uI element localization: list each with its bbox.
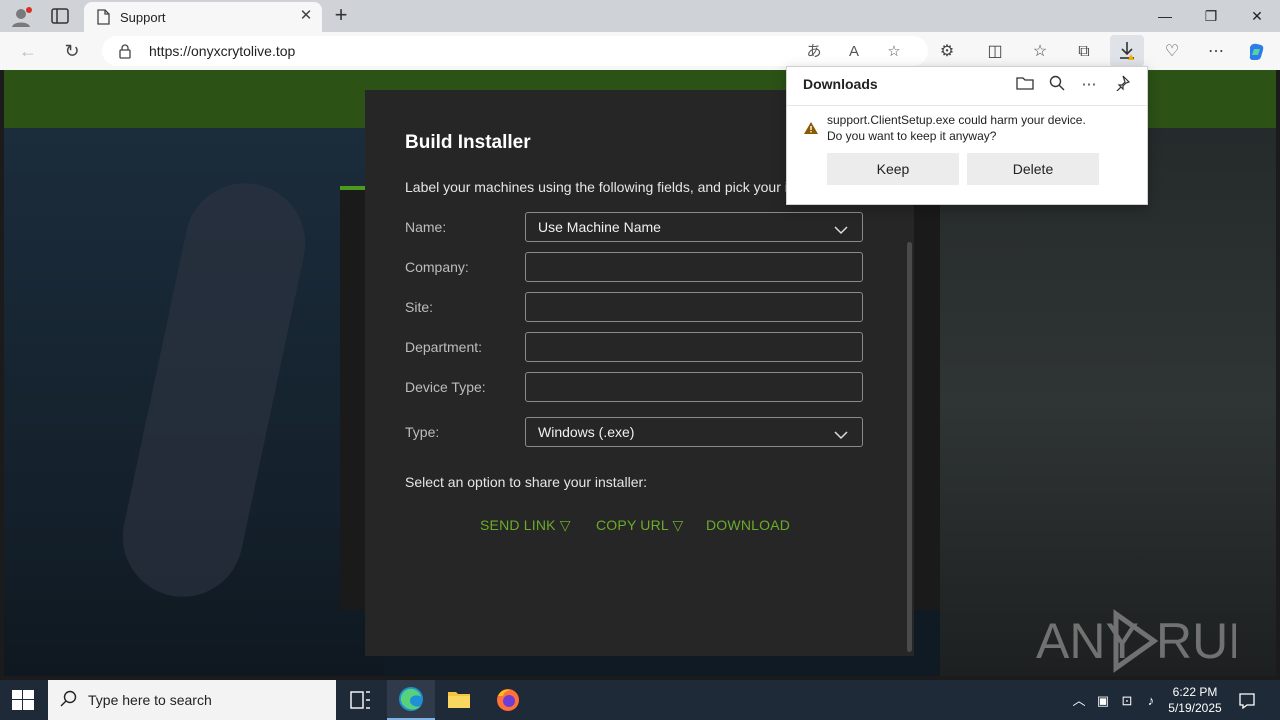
- department-input[interactable]: [525, 332, 863, 362]
- profile-icon[interactable]: [10, 6, 32, 28]
- performance-icon[interactable]: ♡: [1161, 41, 1183, 63]
- download-warning-line2: Do you want to keep it anyway?: [827, 129, 997, 143]
- read-aloud-icon[interactable]: A: [844, 42, 864, 62]
- copilot-icon[interactable]: [1246, 41, 1268, 63]
- edge-taskbar-icon[interactable]: [387, 680, 435, 720]
- share-prompt: Select an option to share your installer…: [405, 474, 648, 490]
- tab-support[interactable]: Support ✕: [84, 2, 322, 32]
- page-icon: [96, 9, 110, 30]
- type-select[interactable]: Windows (.exe): [525, 417, 863, 447]
- name-select[interactable]: Use Machine Name: [525, 212, 863, 242]
- site-input[interactable]: [525, 292, 863, 322]
- background-image-right: [940, 128, 1276, 676]
- delete-button[interactable]: Delete: [967, 153, 1099, 185]
- downloads-title: Downloads: [803, 76, 878, 92]
- address-toolbar: ← ↻ https://onyxcrytolive.top あ A ☆ ⚙ ◫ …: [0, 32, 1280, 70]
- search-icon: [60, 690, 78, 713]
- device-icon[interactable]: ▣: [1094, 692, 1112, 710]
- task-view-icon[interactable]: [336, 680, 384, 720]
- back-icon[interactable]: ←: [16, 40, 40, 62]
- downloads-icon[interactable]: [1110, 35, 1144, 67]
- name-label: Name:: [405, 219, 447, 235]
- clock-time: 6:22 PM: [1172, 685, 1218, 699]
- translate-icon[interactable]: あ: [804, 42, 824, 62]
- favorites-icon[interactable]: ☆: [1029, 41, 1051, 63]
- lock-icon[interactable]: [118, 43, 132, 64]
- type-label: Type:: [405, 424, 440, 440]
- department-label: Department:: [405, 339, 483, 355]
- windows-start-icon[interactable]: [12, 690, 34, 715]
- close-window-icon[interactable]: ✕: [1234, 0, 1280, 32]
- send-link-button[interactable]: SEND LINK ▽: [480, 517, 571, 534]
- clock-date: 5/19/2025: [1168, 701, 1222, 715]
- tab-bar: Support ✕ + — ❐ ✕: [0, 0, 1280, 32]
- collections-icon[interactable]: ⧉: [1073, 41, 1095, 63]
- close-tab-icon[interactable]: ✕: [298, 8, 314, 24]
- search-downloads-icon[interactable]: [1047, 75, 1067, 95]
- keep-button[interactable]: Keep: [827, 153, 959, 185]
- modal-description: Label your machines using the following …: [405, 179, 788, 195]
- open-folder-icon[interactable]: [1015, 75, 1035, 95]
- chevron-down-icon: [834, 222, 848, 240]
- modal-title: Build Installer: [405, 132, 531, 153]
- url-text: https://onyxcrytolive.top: [149, 43, 296, 59]
- chevron-down-icon: [834, 427, 848, 445]
- favorite-star-icon[interactable]: ☆: [884, 42, 904, 62]
- search-placeholder: Type here to search: [88, 692, 212, 708]
- minimize-icon[interactable]: —: [1142, 0, 1188, 32]
- type-select-value: Windows (.exe): [538, 424, 635, 440]
- company-label: Company:: [405, 259, 469, 275]
- firefox-icon[interactable]: [484, 680, 532, 720]
- more-options-icon[interactable]: ⋯: [1079, 75, 1099, 95]
- split-screen-icon[interactable]: ◫: [984, 41, 1006, 63]
- extensions-icon[interactable]: ⚙: [936, 41, 958, 63]
- file-explorer-icon[interactable]: [435, 680, 483, 720]
- downloads-flyout: Downloads ⋯ support.ClientSetup.exe coul…: [786, 66, 1148, 205]
- warning-icon: [803, 121, 819, 140]
- copy-url-button[interactable]: COPY URL ▽: [596, 517, 683, 534]
- modal-scrollbar[interactable]: [907, 242, 912, 652]
- site-label: Site:: [405, 299, 434, 315]
- address-bar[interactable]: https://onyxcrytolive.top あ A ☆: [102, 36, 928, 66]
- company-input[interactable]: [525, 252, 863, 282]
- download-warning-line1: support.ClientSetup.exe could harm your …: [827, 113, 1086, 127]
- pin-icon[interactable]: [1112, 75, 1132, 95]
- volume-icon[interactable]: ♪: [1142, 692, 1160, 710]
- flyout-divider: [787, 105, 1147, 106]
- watermark-text-right: RUN: [1156, 613, 1236, 669]
- device-type-input[interactable]: [525, 372, 863, 402]
- refresh-icon[interactable]: ↻: [60, 40, 84, 62]
- more-menu-icon[interactable]: ⋯: [1205, 41, 1227, 63]
- tab-title: Support: [120, 10, 166, 25]
- tab-actions-icon[interactable]: [50, 7, 70, 25]
- download-button[interactable]: DOWNLOAD: [706, 517, 790, 533]
- tray-chevron-up-icon[interactable]: ︿: [1070, 692, 1088, 710]
- taskbar: Type here to search ︿ ▣ ⊡ ♪ 6:22 PM 5/19…: [0, 680, 1280, 720]
- device-type-label: Device Type:: [405, 379, 486, 395]
- name-select-value: Use Machine Name: [538, 219, 661, 235]
- restore-icon[interactable]: ❐: [1188, 0, 1234, 32]
- system-clock[interactable]: 6:22 PM 5/19/2025: [1160, 684, 1230, 716]
- notifications-icon[interactable]: [1238, 692, 1256, 710]
- anyrun-watermark: ANY RUN: [1036, 606, 1264, 676]
- new-tab-icon[interactable]: +: [330, 4, 352, 27]
- network-icon[interactable]: ⊡: [1118, 692, 1136, 710]
- taskbar-search[interactable]: Type here to search: [48, 680, 336, 720]
